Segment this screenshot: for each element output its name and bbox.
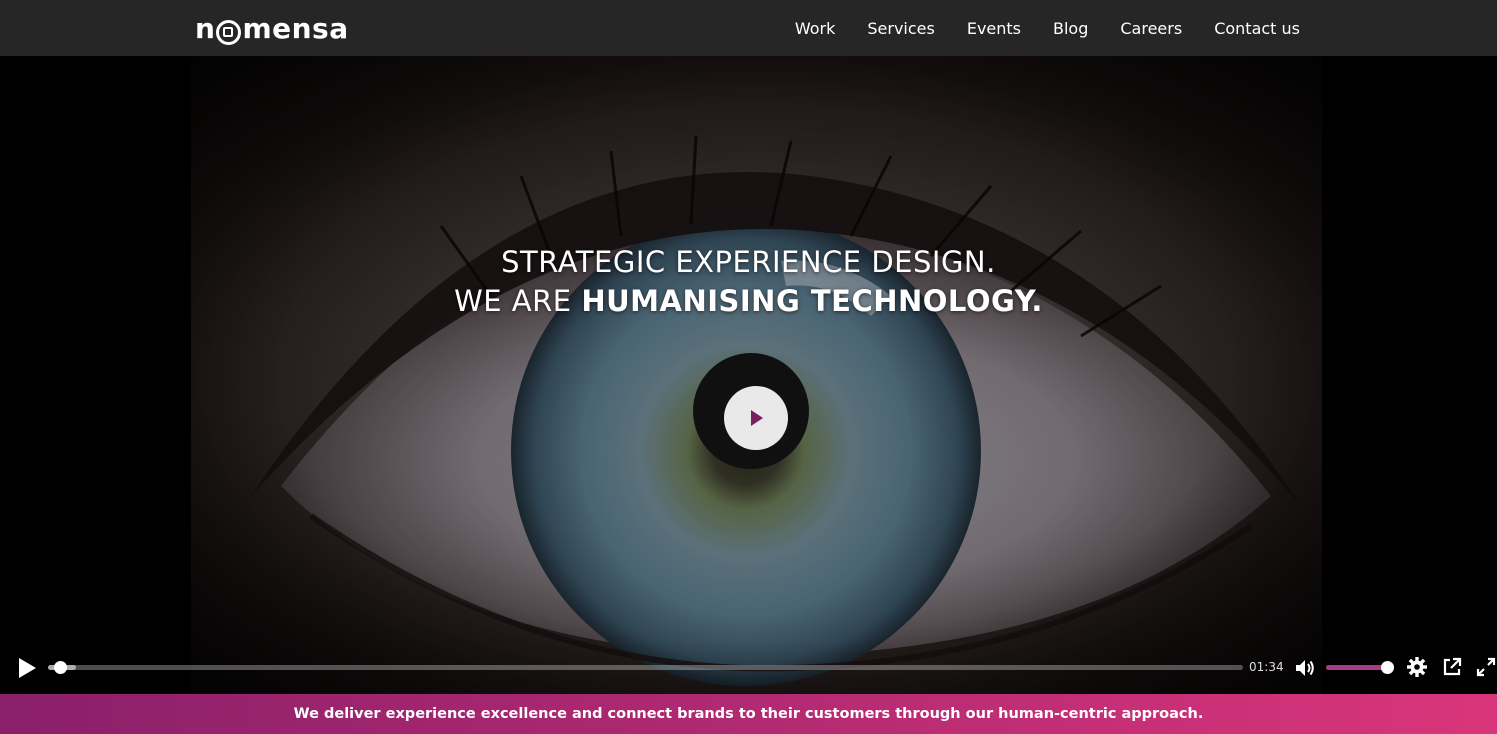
big-play-button[interactable] <box>724 386 788 450</box>
volume-slider[interactable] <box>1326 661 1394 674</box>
hero-title-line2-light: WE ARE <box>454 284 582 318</box>
eye-illustration <box>191 56 1322 694</box>
nav-item-careers[interactable]: Careers <box>1120 19 1182 38</box>
value-proposition-banner: We deliver experience excellence and con… <box>0 694 1497 734</box>
main-nav: Work Services Events Blog Careers Contac… <box>795 0 1300 56</box>
time-display: 01:34 <box>1249 660 1284 674</box>
progress-bar[interactable] <box>48 661 1243 674</box>
fullscreen-icon[interactable] <box>1475 656 1497 678</box>
progress-handle[interactable] <box>53 661 67 674</box>
nomensa-logo[interactable]: n mensa <box>195 13 349 45</box>
nav-item-services[interactable]: Services <box>867 19 934 38</box>
volume-fill <box>1326 665 1388 670</box>
hero-title-line1: STRATEGIC EXPERIENCE DESIGN. <box>501 245 996 279</box>
logo-text-end: mensa <box>242 12 349 45</box>
nav-item-blog[interactable]: Blog <box>1053 19 1088 38</box>
video-frame <box>191 56 1322 694</box>
site-header: n mensa Work Services Events Blog Career… <box>0 0 1497 56</box>
gear-icon[interactable] <box>1406 656 1428 678</box>
logo-text-start: n <box>195 12 216 45</box>
nav-item-contact-us[interactable]: Contact us <box>1214 19 1300 38</box>
banner-text: We deliver experience excellence and con… <box>293 706 1204 722</box>
logo-mark-icon <box>216 19 242 45</box>
volume-icon[interactable] <box>1294 657 1316 679</box>
volume-handle[interactable] <box>1381 661 1394 674</box>
play-icon[interactable] <box>16 657 38 679</box>
nav-item-events[interactable]: Events <box>967 19 1021 38</box>
hero-title-line2-bold: HUMANISING TECHNOLOGY. <box>581 284 1043 318</box>
nav-item-work[interactable]: Work <box>795 19 836 38</box>
video-controls: 01:34 <box>0 650 1497 694</box>
hero-title-line2: WE ARE HUMANISING TECHNOLOGY. <box>0 282 1497 321</box>
hero-video-player[interactable]: STRATEGIC EXPERIENCE DESIGN. WE ARE HUMA… <box>0 56 1497 694</box>
popout-icon[interactable] <box>1441 656 1463 678</box>
play-icon <box>751 410 763 426</box>
hero-title: STRATEGIC EXPERIENCE DESIGN. WE ARE HUMA… <box>0 243 1497 321</box>
